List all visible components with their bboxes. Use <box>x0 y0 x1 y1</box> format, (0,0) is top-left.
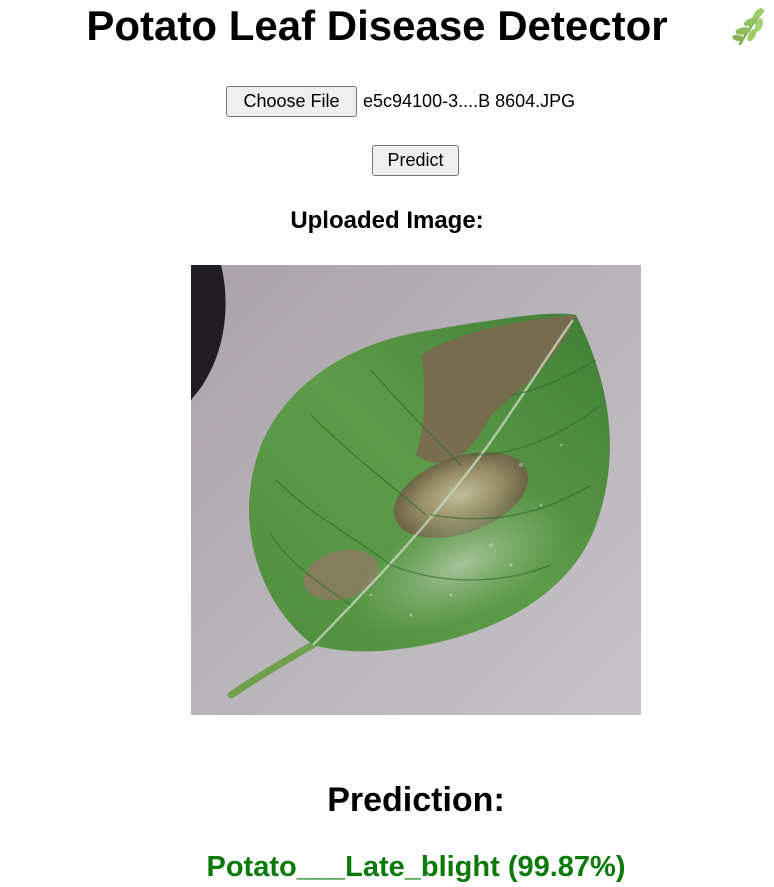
predict-button[interactable]: Predict <box>372 145 459 176</box>
page-title: Potato Leaf Disease Detector <box>86 2 668 49</box>
page-title-row: Potato Leaf Disease Detector <box>0 0 774 52</box>
herb-icon <box>732 8 765 46</box>
choose-file-button[interactable]: Choose File <box>226 86 357 117</box>
prediction-result: Potato___Late_blight (99.87%) <box>206 851 626 883</box>
prediction-heading: Prediction: <box>327 781 505 819</box>
file-upload-row: Choose File e5c94100-3....B 8604.JPG <box>226 86 575 117</box>
selected-file-name: e5c94100-3....B 8604.JPG <box>363 91 576 111</box>
uploaded-leaf-image <box>191 265 641 715</box>
uploaded-image-label: Uploaded Image: <box>290 207 484 234</box>
